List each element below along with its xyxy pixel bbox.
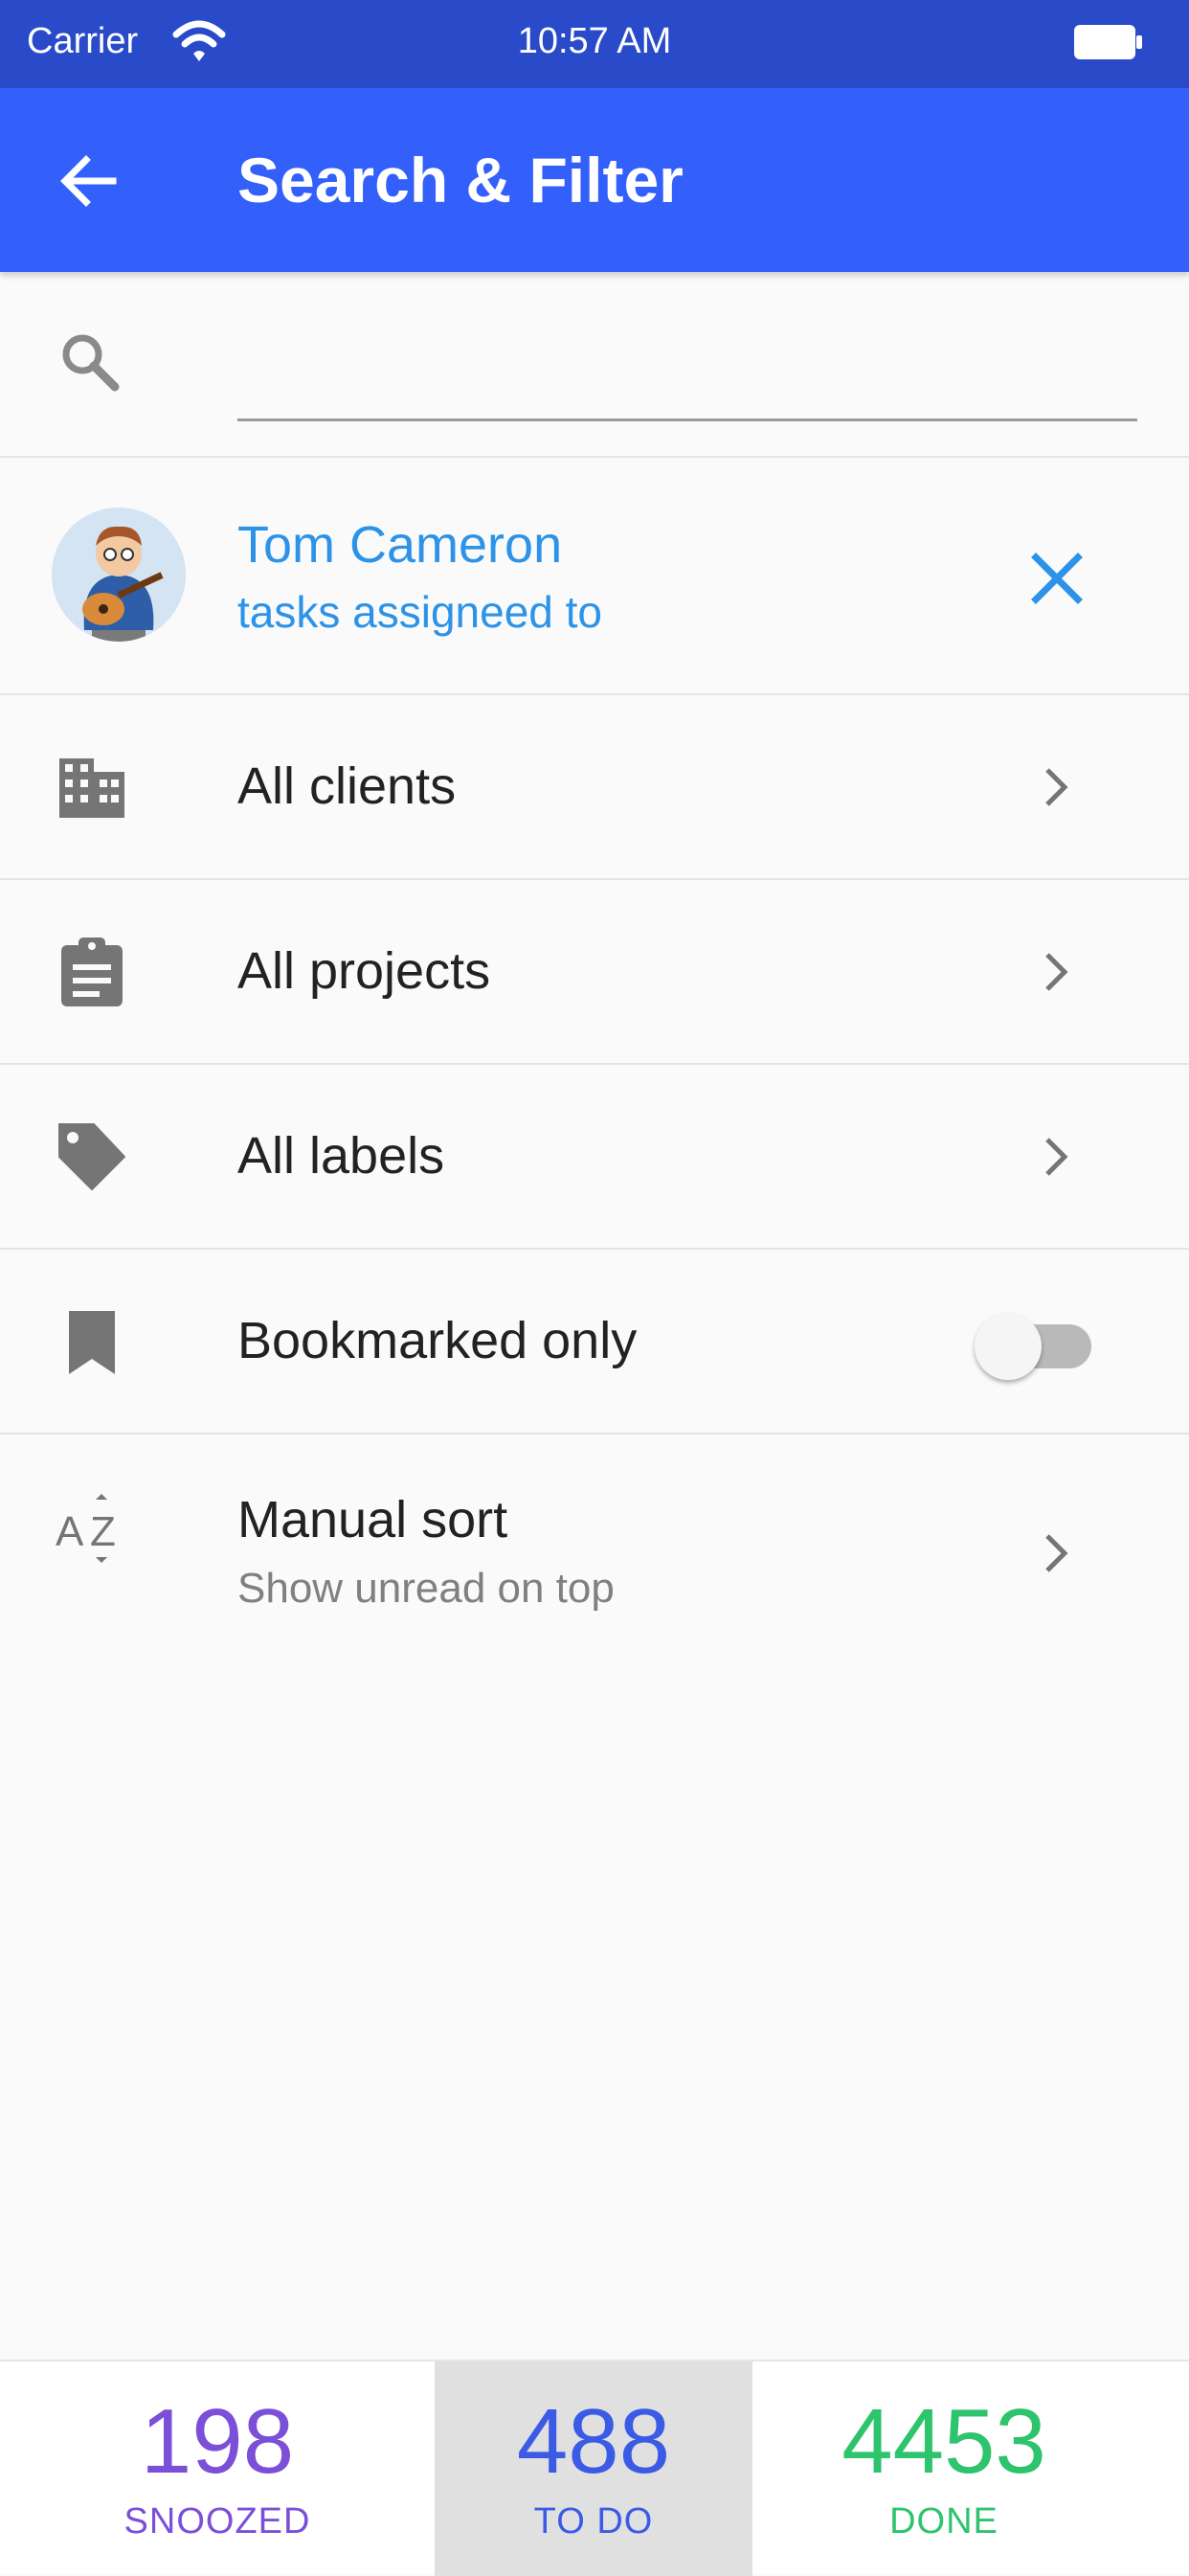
done-tab[interactable]: 4453 DONE xyxy=(752,2361,1135,2576)
snoozed-count: 198 xyxy=(140,2390,295,2493)
chevron-right-icon xyxy=(1045,768,1068,806)
avatar xyxy=(52,508,186,642)
todo-caption: TO DO xyxy=(533,2501,654,2542)
page-title: Search & Filter xyxy=(237,145,684,215)
done-caption: DONE xyxy=(889,2501,998,2542)
sort-row[interactable]: A Z Manual sort Show unread on top xyxy=(0,1435,1189,1674)
sort-label: Manual sort xyxy=(237,1491,508,1548)
bookmarked-toggle[interactable] xyxy=(975,1305,1093,1382)
clients-filter-row[interactable]: All clients xyxy=(0,695,1189,880)
svg-text:A: A xyxy=(56,1508,84,1555)
sort-sublabel: Show unread on top xyxy=(237,1565,615,1612)
clock: 10:57 AM xyxy=(517,21,672,61)
clipboard-icon xyxy=(61,938,123,1006)
close-icon[interactable] xyxy=(1024,546,1089,611)
toggle-knob xyxy=(975,1313,1042,1380)
todo-tab[interactable]: 488 TO DO xyxy=(435,2361,752,2576)
labels-label: All labels xyxy=(237,1127,445,1185)
search-icon xyxy=(62,334,120,392)
snoozed-tab[interactable]: 198 SNOOZED xyxy=(0,2361,435,2576)
svg-text:Z: Z xyxy=(90,1508,116,1555)
status-bar: Carrier 10:57 AM xyxy=(0,0,1189,88)
assignee-filter-row[interactable]: Tom Cameron tasks assigneed to xyxy=(0,458,1189,695)
search-input[interactable] xyxy=(237,329,1137,421)
bookmark-icon xyxy=(69,1311,115,1374)
chevron-right-icon xyxy=(1045,1534,1068,1572)
search-row xyxy=(0,272,1189,458)
sort-az-icon: A Z xyxy=(56,1494,116,1563)
snoozed-caption: SNOOZED xyxy=(123,2501,311,2542)
done-count: 4453 xyxy=(841,2390,1046,2493)
assignee-name: Tom Cameron xyxy=(237,516,563,574)
tag-icon xyxy=(58,1123,125,1190)
app-bar: Search & Filter xyxy=(0,88,1189,272)
bookmarked-filter-row: Bookmarked only xyxy=(0,1250,1189,1435)
chevron-right-icon xyxy=(1045,1138,1068,1176)
building-icon xyxy=(59,758,124,818)
todo-count: 488 xyxy=(516,2390,671,2493)
task-counts-bar: 198 SNOOZED 488 TO DO 4453 DONE xyxy=(0,2360,1189,2576)
projects-filter-row[interactable]: All projects xyxy=(0,880,1189,1065)
assignee-subtitle: tasks assigneed to xyxy=(237,587,603,637)
bookmarked-label: Bookmarked only xyxy=(237,1312,638,1369)
back-arrow-icon[interactable] xyxy=(56,147,123,215)
labels-filter-row[interactable]: All labels xyxy=(0,1065,1189,1250)
projects-label: All projects xyxy=(237,942,491,1000)
battery-icon xyxy=(1074,25,1142,59)
clients-label: All clients xyxy=(237,757,457,815)
chevron-right-icon xyxy=(1045,953,1068,991)
